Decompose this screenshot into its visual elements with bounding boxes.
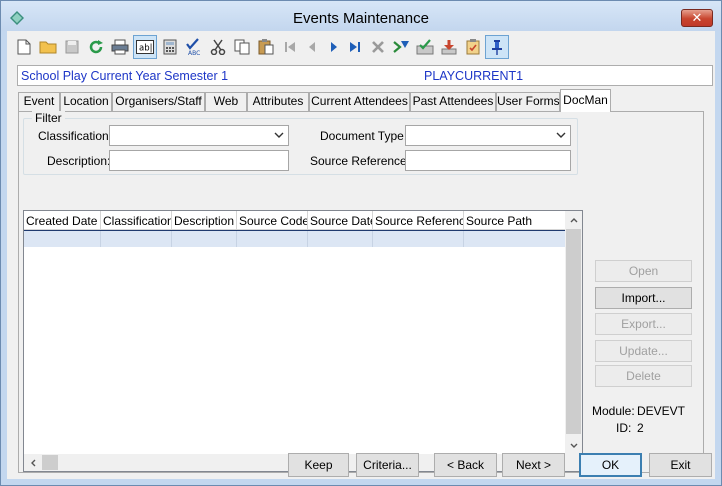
module-label: Module: — [592, 404, 635, 418]
record-code: PLAYCURRENT1 — [424, 69, 524, 83]
filter-legend: Filter — [32, 111, 65, 125]
classification-select[interactable] — [109, 125, 289, 146]
exit-button[interactable]: Exit — [649, 453, 712, 477]
id-label: ID: — [616, 421, 632, 435]
document-type-select[interactable] — [405, 125, 571, 146]
first-record-icon[interactable] — [278, 35, 302, 59]
tab-strip: Event Location Organisers/Staff Web Attr… — [18, 89, 718, 112]
documents-grid[interactable]: Created Date Classification Description … — [23, 210, 583, 472]
column-source-code[interactable]: Source Code — [237, 211, 308, 230]
table-row[interactable] — [24, 230, 565, 247]
grid-header: Created Date Classification Description … — [24, 211, 565, 230]
table-cell — [24, 231, 101, 247]
tab-event[interactable]: Event — [18, 92, 60, 111]
scroll-down-icon[interactable] — [565, 437, 582, 454]
keep-button[interactable]: Keep — [288, 453, 349, 477]
save-icon[interactable] — [60, 35, 84, 59]
column-source-path[interactable]: Source Path — [464, 211, 565, 230]
table-cell — [172, 231, 237, 247]
back-button[interactable]: < Back — [434, 453, 497, 477]
print-icon[interactable] — [108, 35, 132, 59]
delete-icon[interactable] — [366, 35, 390, 59]
source-reference-input[interactable] — [405, 150, 571, 171]
chevron-down-icon — [556, 132, 566, 138]
open-button[interactable]: Open — [595, 260, 692, 282]
new-icon[interactable] — [12, 35, 36, 59]
tab-organisers-staff[interactable]: Organisers/Staff — [112, 92, 205, 111]
docman-panel: Filter Classification: Document Type: De… — [18, 111, 704, 473]
calculator-icon[interactable] — [158, 35, 182, 59]
record-header: School Play Current Year Semester 1 PLAY… — [17, 65, 713, 86]
ok-button[interactable]: OK — [579, 453, 642, 477]
tab-past-attendees[interactable]: Past Attendees — [410, 92, 496, 111]
open-folder-icon[interactable] — [36, 35, 60, 59]
column-classification[interactable]: Classification — [101, 211, 172, 230]
module-value: DEVEVT — [637, 404, 686, 418]
table-cell — [308, 231, 373, 247]
table-cell — [237, 231, 308, 247]
client-area: ab| ABC School Play Current Year Semeste… — [8, 31, 714, 479]
toolbar: ab| ABC — [12, 33, 532, 61]
tab-current-attendees[interactable]: Current Attendees — [309, 92, 410, 111]
table-cell — [373, 231, 464, 247]
events-maintenance-window: Events Maintenance ✕ ab| ABC School Play… — [0, 0, 722, 486]
tab-location[interactable]: Location — [60, 92, 112, 111]
document-type-label: Document Type: — [320, 129, 408, 143]
svg-text:ab|: ab| — [139, 44, 152, 54]
vertical-scrollbar[interactable] — [565, 211, 582, 454]
record-name: School Play Current Year Semester 1 — [21, 69, 229, 83]
horizontal-scroll-thumb[interactable] — [42, 455, 58, 470]
close-button[interactable]: ✕ — [681, 9, 713, 27]
clipboard-icon[interactable] — [461, 35, 485, 59]
paste-icon[interactable] — [254, 35, 278, 59]
table-cell — [464, 231, 565, 247]
download-icon[interactable] — [437, 35, 461, 59]
column-description[interactable]: Description — [172, 211, 237, 230]
next-button[interactable]: Next > — [502, 453, 565, 477]
approve-icon[interactable] — [413, 35, 437, 59]
description-input[interactable] — [109, 150, 289, 171]
import-button[interactable]: Import... — [595, 287, 692, 309]
vertical-scroll-thumb[interactable] — [566, 229, 581, 434]
id-value: 2 — [637, 421, 644, 435]
column-source-reference[interactable]: Source Reference — [373, 211, 464, 230]
pin-icon[interactable] — [485, 35, 509, 59]
delete-button[interactable]: Delete — [595, 365, 692, 387]
refresh-icon[interactable] — [84, 35, 108, 59]
spellcheck-icon[interactable]: ABC — [182, 35, 206, 59]
scroll-up-icon[interactable] — [565, 211, 582, 228]
classification-label: Classification: — [38, 129, 113, 143]
update-button[interactable]: Update... — [595, 340, 692, 362]
last-record-icon[interactable] — [343, 35, 367, 59]
svg-text:ABC: ABC — [188, 50, 200, 56]
table-cell — [101, 231, 172, 247]
window-title: Events Maintenance — [293, 10, 429, 27]
description-label: Description: — [47, 154, 111, 168]
chevron-down-icon — [274, 132, 284, 138]
column-created-date[interactable]: Created Date — [24, 211, 101, 230]
export-button[interactable]: Export... — [595, 313, 692, 335]
tab-docman[interactable]: DocMan — [560, 89, 611, 112]
tab-user-forms[interactable]: User Forms — [496, 92, 560, 111]
title-bar[interactable]: Events Maintenance ✕ — [1, 1, 721, 31]
tab-web[interactable]: Web — [205, 92, 247, 111]
previous-record-icon[interactable] — [300, 35, 324, 59]
text-field-icon[interactable]: ab| — [133, 35, 157, 59]
cut-icon[interactable] — [206, 35, 230, 59]
column-source-date[interactable]: Source Date — [308, 211, 373, 230]
copy-icon[interactable] — [230, 35, 254, 59]
tab-attributes[interactable]: Attributes — [247, 92, 309, 111]
filter-icon[interactable] — [389, 35, 413, 59]
source-reference-label: Source Reference: — [310, 154, 411, 168]
criteria-button[interactable]: Criteria... — [356, 453, 419, 477]
scroll-left-icon[interactable] — [24, 454, 41, 471]
